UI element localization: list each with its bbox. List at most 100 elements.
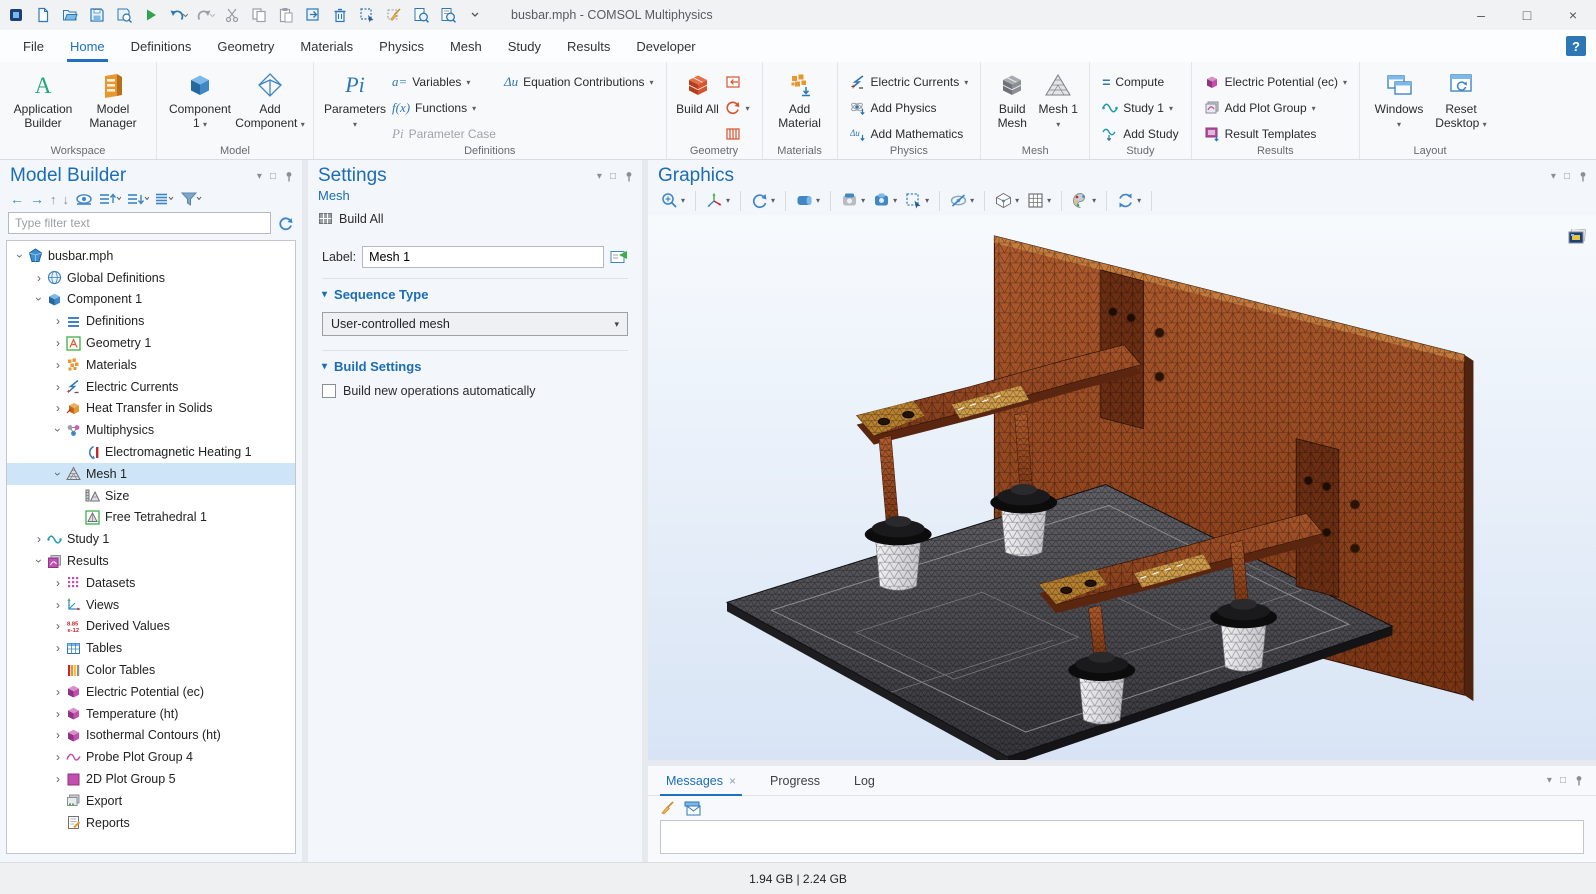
wireframe-button[interactable]: ▾ (992, 190, 1022, 211)
tree-item-derived-values[interactable]: ›8.85e-12Derived Values (7, 616, 295, 638)
add-material-button[interactable]: Add Material (771, 68, 829, 131)
tree-item-views[interactable]: ›Views (7, 594, 295, 616)
variables-button[interactable]: a=Variables▾ (388, 70, 500, 94)
result-templates-button[interactable]: Result Templates (1200, 122, 1351, 146)
tree-caret-icon[interactable]: › (51, 641, 65, 655)
tree-item-component-1[interactable]: ›Component 1 (7, 289, 295, 311)
copy-icon[interactable] (249, 5, 269, 25)
pin-icon[interactable] (284, 171, 294, 182)
tree-item-reports[interactable]: Reports (7, 812, 295, 834)
build-all-button[interactable]: Build All (675, 68, 721, 116)
tree-caret-icon[interactable]: › (51, 772, 65, 786)
tree-item-mesh-1[interactable]: ›Mesh 1 (7, 463, 295, 485)
save-icon[interactable] (87, 5, 107, 25)
tree-item-color-tables[interactable]: Color Tables (7, 659, 295, 681)
paste-icon[interactable] (276, 5, 296, 25)
tree-caret-icon[interactable]: › (32, 292, 46, 306)
tree-item-electromagnetic-heating-1[interactable]: Electromagnetic Heating 1 (7, 441, 295, 463)
add-component-button[interactable]: Add Component ▾ (235, 68, 305, 131)
tree-item-materials[interactable]: ›Materials (7, 354, 295, 376)
float-panel-icon[interactable]: □ (610, 171, 616, 182)
tree-item-temperature-ht[interactable]: ›Temperature (ht) (7, 703, 295, 725)
tab-developer[interactable]: Developer (623, 30, 708, 62)
mesh-1-button[interactable]: Mesh 1 ▾ (1035, 68, 1081, 131)
tree-caret-icon[interactable]: › (51, 619, 65, 633)
go-to-view-button[interactable]: ▾ (703, 190, 733, 211)
tab-materials[interactable]: Materials (287, 30, 366, 62)
tree-caret-icon[interactable]: › (51, 707, 65, 721)
tab-definitions[interactable]: Definitions (118, 30, 205, 62)
parameters-button[interactable]: Pi Parameters▾ (322, 68, 388, 131)
color-theme-button[interactable]: ▾ (1069, 190, 1099, 211)
view-3d-button[interactable]: ▾ (793, 190, 823, 211)
tree-caret-icon[interactable]: › (51, 576, 65, 590)
close-button[interactable]: × (1550, 0, 1596, 30)
pin-icon[interactable] (1578, 171, 1588, 182)
tree-caret-icon[interactable]: › (32, 554, 46, 568)
clear-messages-icon[interactable] (660, 800, 676, 816)
tree-item-heat-transfer-in-solids[interactable]: ›Heat Transfer in Solids (7, 398, 295, 420)
rotate-button[interactable]: ▾ (748, 190, 778, 211)
reset-desktop-button[interactable]: Reset Desktop ▾ (1430, 68, 1492, 131)
add-study-button[interactable]: Add Study (1098, 122, 1182, 146)
build-settings-heading[interactable]: ▾Build Settings (322, 359, 628, 374)
tree-item-geometry-1[interactable]: ›Geometry 1 (7, 332, 295, 354)
sequence-type-select[interactable]: User-controlled mesh▾ (322, 312, 628, 336)
duplicate-icon[interactable] (303, 5, 323, 25)
hide-button[interactable]: ▾ (947, 190, 977, 211)
tree-item-datasets[interactable]: ›Datasets (7, 572, 295, 594)
filter-input[interactable] (8, 212, 271, 234)
maximize-button[interactable]: □ (1504, 0, 1550, 30)
undo-icon[interactable] (168, 5, 188, 25)
float-panel-icon[interactable]: □ (270, 171, 276, 182)
equation-contributions-button[interactable]: ΔuEquation Contributions▾ (500, 70, 658, 94)
graphics-canvas[interactable] (648, 215, 1596, 760)
mail-log-icon[interactable] (684, 801, 701, 816)
model-manager-button[interactable]: Model Manager (78, 68, 148, 131)
tree-item-electric-currents[interactable]: ›+Electric Currents (7, 376, 295, 398)
virtual-operations-button[interactable] (721, 122, 754, 146)
build-new-operations-checkbox[interactable] (322, 384, 336, 398)
tab-log[interactable]: Log (848, 766, 881, 796)
panel-menu-icon[interactable]: ▾ (597, 171, 602, 182)
tree-caret-icon[interactable]: › (51, 380, 65, 394)
node-group-icon[interactable] (155, 192, 175, 206)
parameter-case-button[interactable]: PiParameter Case (388, 122, 500, 146)
tree-caret-icon[interactable]: › (51, 358, 65, 372)
update-button[interactable]: ▾ (1114, 190, 1144, 211)
electric-potential-button[interactable]: Electric Potential (ec)▾ (1200, 70, 1351, 94)
float-panel-icon[interactable]: □ (1560, 775, 1566, 786)
windows-button[interactable]: Windows▾ (1368, 68, 1430, 131)
move-up-icon[interactable]: ↑ (50, 192, 57, 207)
tree-item-size[interactable]: Size (7, 485, 295, 507)
tree-caret-icon[interactable]: › (13, 249, 27, 263)
clear-selection-icon[interactable] (384, 5, 404, 25)
electric-currents-button[interactable]: +Electric Currents▾ (846, 70, 973, 94)
tree-item-probe-plot-group-4[interactable]: ›Probe Plot Group 4 (7, 746, 295, 768)
delete-icon[interactable] (330, 5, 350, 25)
tree-item-isothermal-contours-ht[interactable]: ›Isothermal Contours (ht) (7, 725, 295, 747)
collapse-tree-icon[interactable] (127, 192, 149, 206)
tab-results[interactable]: Results (554, 30, 623, 62)
find-icon[interactable] (411, 5, 431, 25)
tree-caret-icon[interactable]: › (51, 336, 65, 350)
tab-messages[interactable]: Messages× (660, 766, 742, 796)
tree-item-export[interactable]: Export (7, 790, 295, 812)
toolbar-overflow-icon[interactable] (465, 5, 485, 25)
cut-icon[interactable] (222, 5, 242, 25)
tree-item-definitions[interactable]: ›Definitions (7, 310, 295, 332)
tree-caret-icon[interactable]: › (51, 598, 65, 612)
tree-caret-icon[interactable]: › (51, 728, 65, 742)
label-input[interactable] (362, 246, 604, 268)
tree-caret-icon[interactable]: › (32, 271, 46, 285)
application-builder-button[interactable]: A Application Builder (8, 68, 78, 131)
panel-menu-icon[interactable]: ▾ (257, 171, 262, 182)
expand-tree-icon[interactable] (99, 192, 121, 206)
rebuild-button[interactable]: ▾ (721, 96, 754, 120)
build-mesh-button[interactable]: Build Mesh (989, 68, 1035, 131)
pin-icon[interactable] (624, 171, 634, 182)
add-physics-button[interactable]: Add Physics (846, 96, 973, 120)
close-tab-icon[interactable]: × (729, 774, 736, 788)
run-icon[interactable] (141, 5, 161, 25)
tab-geometry[interactable]: Geometry (204, 30, 287, 62)
